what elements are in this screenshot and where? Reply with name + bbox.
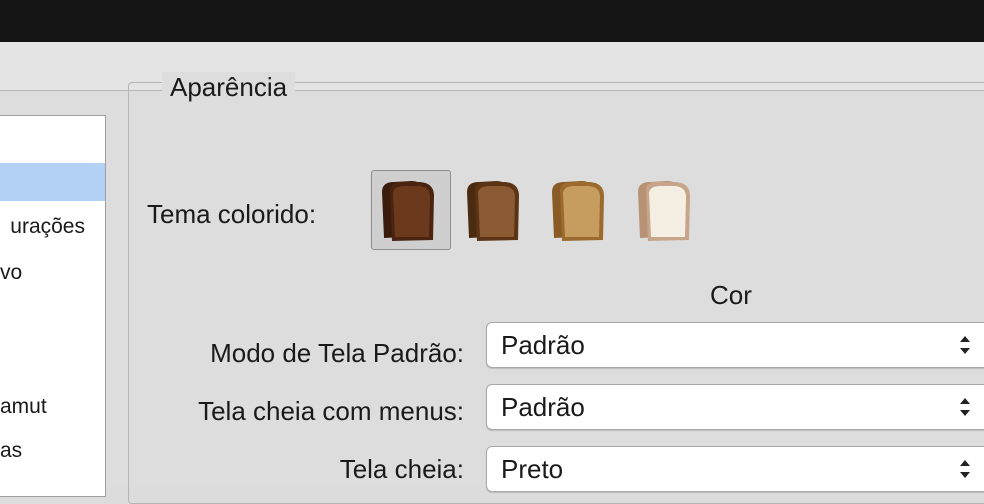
fullscreen-select[interactable]: Preto (486, 446, 984, 492)
sidebar-item-tools[interactable]: as (0, 432, 105, 470)
up-down-arrows-icon (960, 460, 970, 478)
sidebar-item-file[interactable]: vo (0, 254, 105, 292)
sidebar-item-gamut[interactable]: amut (0, 388, 105, 426)
sidebar-item-label: as (0, 439, 23, 462)
preferences-sidebar: urações vo amut as (0, 115, 106, 497)
sidebar-item-label: vo (0, 261, 23, 284)
light-toast-theme-swatch[interactable] (548, 178, 610, 244)
sidebar-item-configurations[interactable]: urações (0, 208, 105, 246)
dark-toast-theme-swatch[interactable] (378, 178, 440, 244)
up-down-arrows-icon (960, 336, 970, 354)
sidebar-item-interface[interactable] (0, 163, 105, 201)
select-value: Preto (501, 454, 564, 484)
select-value: Padrão (501, 330, 585, 360)
sidebar-item-label: urações (10, 215, 85, 238)
medium-toast-theme-swatch[interactable] (463, 178, 525, 244)
color-column-header: Cor (710, 280, 752, 310)
window-titlebar (0, 0, 984, 42)
fullscreen-menus-select[interactable]: Padrão (486, 384, 984, 430)
appearance-group-title: Aparência (162, 72, 296, 102)
color-theme-label: Tema colorido: (147, 199, 317, 229)
sidebar-item-label: amut (0, 395, 47, 418)
white-bread-theme-swatch[interactable] (634, 178, 696, 244)
up-down-arrows-icon (960, 398, 970, 416)
standard-screen-mode-label: Modo de Tela Padrão: (210, 338, 464, 368)
appearance-group (128, 82, 984, 504)
fullscreen-menus-label: Tela cheia com menus: (198, 396, 464, 426)
fullscreen-label: Tela cheia: (339, 454, 464, 484)
select-value: Padrão (501, 392, 585, 422)
standard-screen-mode-select[interactable]: Padrão (486, 322, 984, 368)
